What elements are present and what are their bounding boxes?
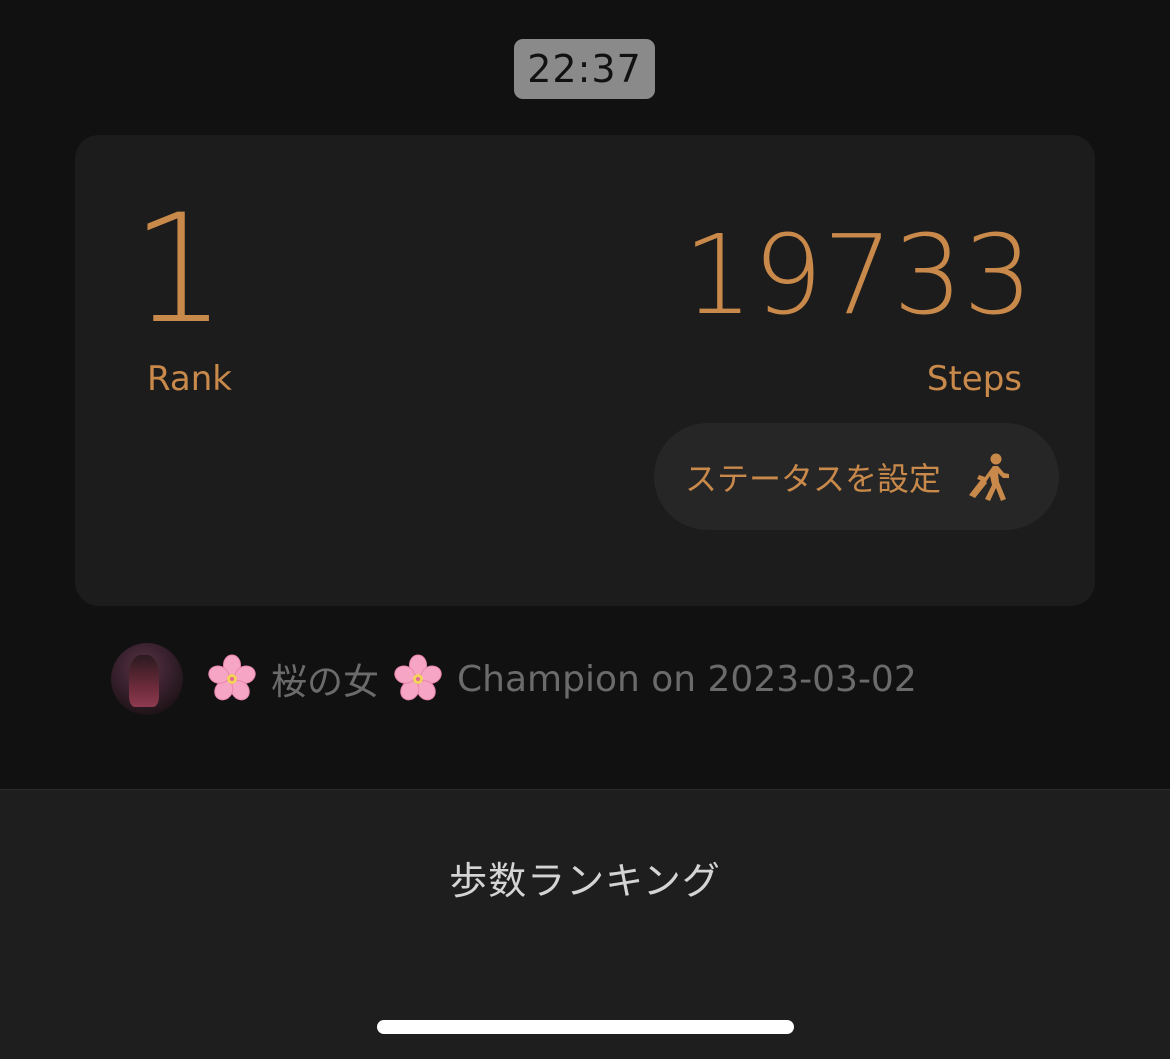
screen: 22:37 1 Rank 19733 Steps ステータスを設定 桜の女 Ch… (0, 0, 1170, 1059)
set-status-button[interactable]: ステータスを設定 (654, 423, 1059, 530)
status-time: 22:37 (514, 39, 655, 99)
bottom-bar-title: 歩数ランキング (449, 859, 721, 903)
walking-person-icon (969, 453, 1010, 501)
champion-name: 桜の女 (271, 662, 380, 703)
champion-avatar[interactable] (111, 643, 183, 715)
set-status-label: ステータスを設定 (685, 459, 942, 498)
cherry-blossom-icon (208, 654, 256, 701)
bottom-bar: 歩数ランキング (0, 790, 1170, 1059)
steps-value: 19733 (683, 211, 1033, 339)
cherry-blossom-icon (394, 654, 442, 701)
stats-card: 1 Rank 19733 Steps ステータスを設定 (75, 135, 1095, 606)
steps-label: Steps (926, 359, 1022, 399)
champion-row[interactable]: 桜の女 Champion on 2023-03-02 (111, 643, 917, 715)
home-indicator[interactable] (377, 1020, 794, 1034)
champion-caption: Champion on 2023-03-02 (457, 658, 917, 700)
rank-value: 1 (131, 183, 227, 357)
rank-label: Rank (147, 359, 232, 399)
champion-text: 桜の女 Champion on 2023-03-02 (207, 653, 917, 705)
avatar-figure (129, 655, 159, 707)
